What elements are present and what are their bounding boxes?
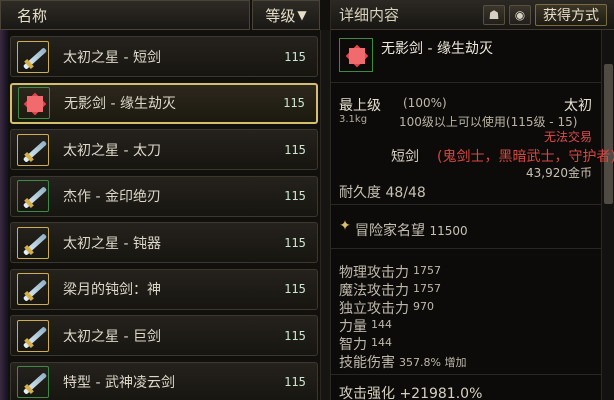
sword-icon <box>17 226 49 259</box>
item-name-label: 太初之星 - 钝器 <box>63 235 161 252</box>
sword-icon <box>17 180 49 212</box>
divider <box>331 374 601 375</box>
stat-value: 1757 <box>413 264 441 277</box>
grade-label: 最上级 <box>339 98 381 114</box>
fame-value: 11500 <box>429 224 468 238</box>
fame-label-text: 冒险家名望 <box>355 223 425 239</box>
eye-icon-button[interactable]: ◉ <box>509 4 531 25</box>
sort-desc-icon: ▼ <box>297 8 307 22</box>
item-level-label: 115 <box>284 142 306 157</box>
fame-icon: ✦ <box>339 218 351 234</box>
list-scrollbar[interactable] <box>320 30 330 400</box>
column-header-level[interactable]: 等级 ▼ <box>252 0 320 30</box>
divider <box>331 82 601 83</box>
usable-classes: (鬼剑士，黑暗武士，守护者) <box>437 149 614 165</box>
stat-value: 144 <box>371 318 392 331</box>
divider <box>331 204 601 205</box>
item-level-label: 115 <box>284 49 306 64</box>
stat-label: 技能伤害 <box>339 355 395 371</box>
stat-label: 智力 <box>339 337 367 353</box>
item-name-label: 太初之星 - 巨剑 <box>63 328 161 345</box>
sword-icon <box>17 133 49 166</box>
item-level-label: 115 <box>284 328 306 343</box>
stat-label: 魔法攻击力 <box>339 283 409 299</box>
item-large-icon <box>339 38 373 72</box>
item-name-label: 太初之星 - 短剑 <box>63 49 161 66</box>
sword-icon <box>17 273 49 305</box>
column-header-level-label: 等级 <box>265 6 296 25</box>
obtain-method-button[interactable]: 获得方式 <box>535 3 607 26</box>
attack-strength: 攻击强化 +21981.0% <box>339 386 483 400</box>
grade-suffix: 太初 <box>564 98 592 114</box>
item-list-panel: 名称 等级 ▼ 太初之星 - 短剑 115 无影剑 - 缘生劫灭 115 太初之星 - 太… <box>0 0 330 400</box>
weight: 3.1kg <box>339 114 368 125</box>
list-item[interactable]: 太初之星 - 巨剑 115 <box>10 315 318 356</box>
item-name-label: 太初之星 - 太刀 <box>63 142 161 159</box>
list-item[interactable]: 太初之星 - 短剑 115 <box>10 36 318 77</box>
item-name-label: 特型 - 武神凌云剑 <box>63 375 175 391</box>
detail-panel: 详细内容 ☗ ◉ 获得方式 无影剑 - 缘生劫灭 最上级 (100%) 太初 3… <box>330 0 614 400</box>
item-name: 无影剑 - 缘生劫灭 <box>381 41 493 57</box>
list-item[interactable]: 杰作 - 金印绝刃 115 <box>10 175 318 217</box>
item-level-label: 115 <box>284 375 306 389</box>
price: 43,920金币 <box>526 166 592 180</box>
red-burst-icon <box>18 87 50 119</box>
list-item[interactable]: 梁月的钝剑：神 115 <box>10 268 318 310</box>
durability: 耐久度 48/48 <box>339 185 426 201</box>
stat-value: 144 <box>371 336 392 349</box>
detail-scroll-thumb[interactable] <box>604 64 613 204</box>
list-item[interactable]: 太初之星 - 太刀 115 <box>10 129 318 170</box>
stat-value: 970 <box>413 300 434 313</box>
item-level-label: 115 <box>284 235 306 250</box>
column-header-name-label: 名称 <box>17 6 48 25</box>
item-level-label: 115 <box>283 96 305 110</box>
item-name-label: 无影剑 - 缘生劫灭 <box>64 96 176 112</box>
weapon-type: 短剑 <box>391 149 419 165</box>
no-trade-label: 无法交易 <box>543 130 592 144</box>
divider <box>331 248 601 249</box>
detail-scrollbar[interactable] <box>601 30 614 400</box>
stat-label: 独立攻击力 <box>339 301 409 317</box>
item-level-label: 115 <box>284 282 306 296</box>
item-name-label: 梁月的钝剑：神 <box>63 282 161 298</box>
sword-icon <box>17 40 49 73</box>
compare-icon-button[interactable]: ☗ <box>483 4 505 25</box>
sword-icon <box>17 319 49 352</box>
fame-label: 冒险家名望 11500 <box>355 220 468 240</box>
list-item[interactable]: 太初之星 - 钝器 115 <box>10 222 318 263</box>
list-item[interactable]: 特型 - 武神凌云剑 115 <box>10 361 318 400</box>
item-name-label: 杰作 - 金印绝刃 <box>63 189 161 205</box>
stat-value: 1757 <box>413 282 441 295</box>
panel-edge <box>0 30 8 400</box>
detail-title: 详细内容 <box>339 6 400 24</box>
detail-header: 详细内容 ☗ ◉ 获得方式 <box>331 0 614 30</box>
list-item[interactable]: 无影剑 - 缘生劫灭 115 <box>10 82 318 124</box>
stat-value: 357.8% 增加 <box>399 356 467 369</box>
stat-label: 物理攻击力 <box>339 265 409 281</box>
sword-icon <box>17 366 49 398</box>
grade-percent: (100%) <box>403 96 447 110</box>
stat-label: 力量 <box>339 319 367 335</box>
item-level-label: 115 <box>284 189 306 203</box>
column-header-name[interactable]: 名称 <box>0 0 250 30</box>
